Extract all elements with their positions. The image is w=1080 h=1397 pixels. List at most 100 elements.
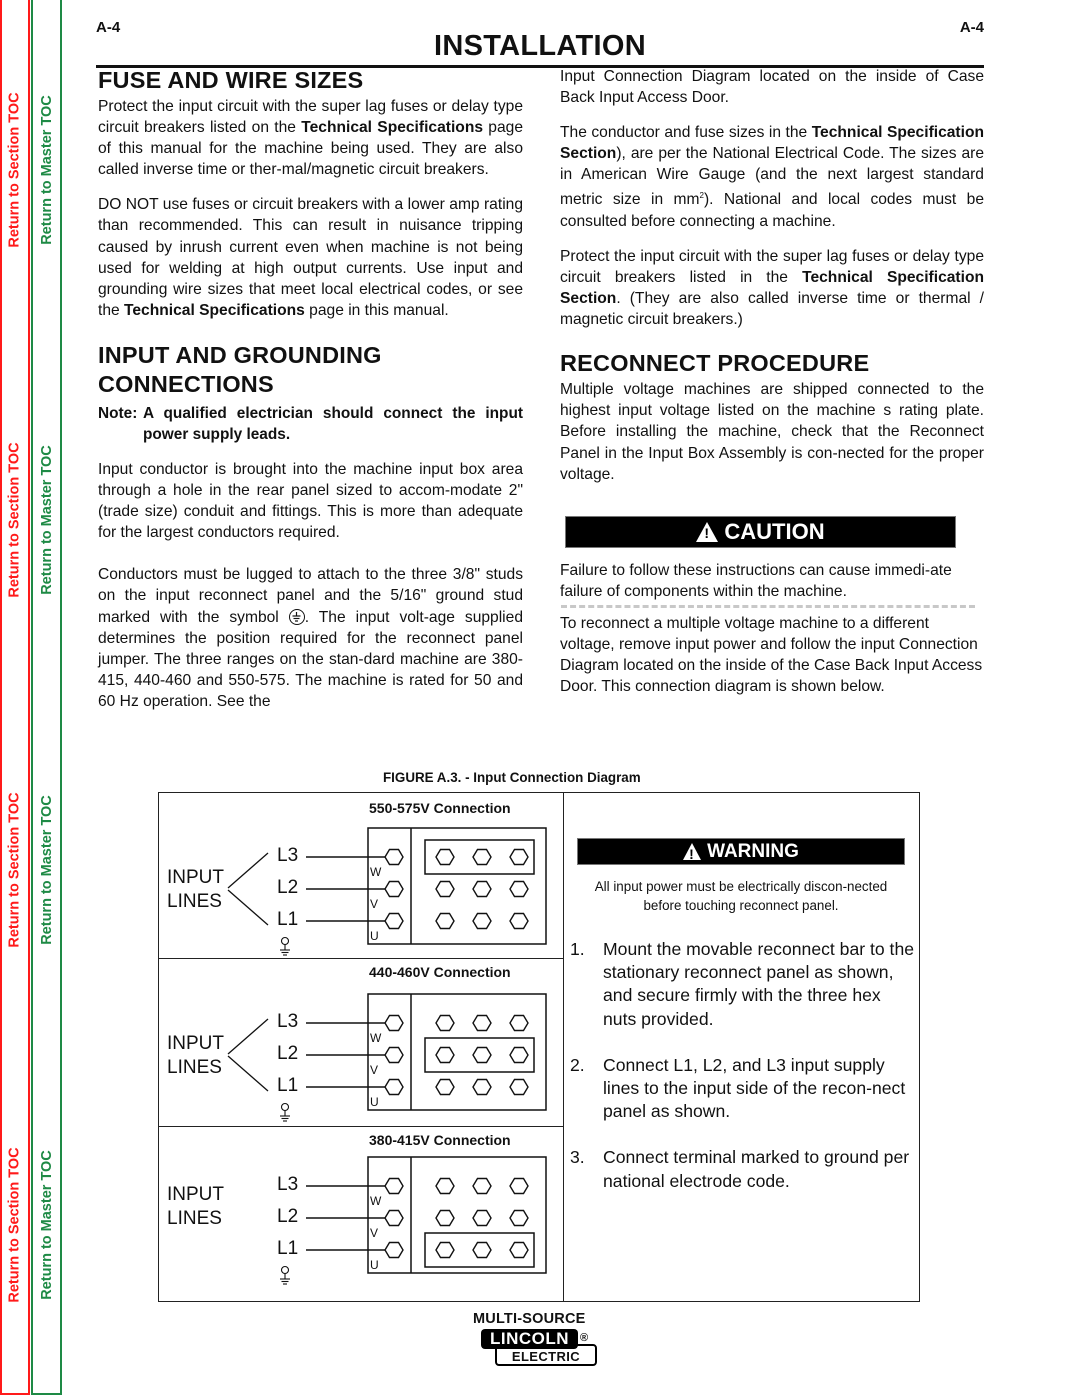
stud-hex (435, 1014, 455, 1032)
stud-hex (435, 1177, 455, 1195)
return-to-section-toc-link-3[interactable]: Return to Section TOC (0, 770, 30, 970)
stud-hex (509, 1209, 529, 1227)
stud-hex (435, 1078, 455, 1096)
connection-panel-380-415V: 380-415V Connection INPUT LINES L3 L2 L1 W V U (158, 1126, 564, 1302)
lines-label: LINES (167, 1208, 222, 1229)
ground-symbol-icon (280, 936, 290, 946)
caution-body: Failure to follow these instructions can… (560, 560, 984, 602)
connection-panel-550-575V: 550-575V Connection INPUT LINES L3 L2 L1 W V U (158, 792, 564, 958)
stud-hex (509, 1177, 529, 1195)
lines-label: LINES (167, 1057, 222, 1078)
warning-triangle-icon (683, 843, 702, 862)
stud-hex (509, 1014, 529, 1032)
terminal-label-w: W (370, 1031, 382, 1045)
lincoln-electric-logo: LINCOLN ® ELECTRIC (481, 1329, 601, 1369)
terminal-label-u: U (370, 929, 379, 943)
return-to-master-toc-link-1[interactable]: Return to Master TOC (32, 70, 62, 270)
return-to-master-toc-link-2[interactable]: Return to Master TOC (32, 420, 62, 620)
stud-hex (435, 912, 455, 930)
terminal-label-w: W (370, 865, 382, 879)
ground-symbol-icon (288, 608, 305, 625)
input-terminal-hex (384, 912, 404, 930)
continued-paragraph: Input Connection Diagram located on the … (560, 68, 984, 107)
stud-hex (472, 1046, 492, 1064)
return-to-master-toc-link-4[interactable]: Return to Master TOC (32, 1125, 62, 1325)
input-terminal-hex (384, 1078, 404, 1096)
stud-hex (472, 912, 492, 930)
stud-hex (472, 1078, 492, 1096)
warning-text: All input power must be electrically dis… (594, 879, 888, 913)
terminal-label-u: U (370, 1258, 379, 1272)
line-label-l1: L1 (277, 909, 299, 930)
input-terminal-hex (384, 1241, 404, 1259)
stud-hex (472, 1177, 492, 1195)
protect-paragraph: Protect the input circuit with the super… (560, 247, 984, 329)
connection-panel-440-460V: 440-460V Connection INPUT LINES L3 L2 L1 W V U (158, 958, 564, 1124)
stud-hex (509, 1078, 529, 1096)
ground-symbol-icon (280, 1265, 290, 1275)
stud-hex (435, 1241, 455, 1259)
line-label-l1: L1 (277, 1238, 299, 1259)
stud-hex (509, 880, 529, 898)
stud-hex (435, 848, 455, 866)
fuse-paragraph-1: Protect the input circuit with the super… (98, 98, 523, 179)
input-grounding-heading: INPUT AND GROUNDING CONNECTIONS (98, 341, 382, 397)
terminal-label-v: V (370, 1226, 379, 1240)
line-label-l3: L3 (277, 1174, 299, 1195)
input-terminal-hex (384, 1046, 404, 1064)
input-terminal-hex (384, 848, 404, 866)
conductor-sizes-paragraph: The conductor and fuse sizes in the Tech… (560, 124, 985, 230)
line-label-l1: L1 (277, 1075, 299, 1096)
stud-hex (435, 1046, 455, 1064)
line-label-l3: L3 (277, 845, 299, 866)
terminal-label-u: U (370, 1095, 379, 1109)
stud-hex (509, 912, 529, 930)
stud-hex (472, 880, 492, 898)
terminal-label-v: V (370, 897, 379, 911)
return-to-section-toc-link-4[interactable]: Return to Section TOC (0, 1125, 30, 1325)
stud-hex (509, 848, 529, 866)
input-paragraph-1: Input conductor is brought into the mach… (98, 460, 523, 542)
stud-hex (435, 880, 455, 898)
reconnect-instructions: To reconnect a multiple voltage machine … (560, 613, 984, 711)
fork-line (227, 889, 269, 926)
return-to-master-toc-link-3[interactable]: Return to Master TOC (32, 770, 62, 970)
warning-triangle-icon (696, 522, 719, 542)
lines-label: LINES (167, 891, 222, 912)
step-item: 2. Connect L1, L2, and L3 input supply li… (570, 1054, 906, 1122)
left-column: FUSE AND WIRE SIZES Protect the input ci… (98, 66, 523, 726)
fork-line (227, 1018, 269, 1055)
line-label-l2: L2 (277, 1043, 299, 1064)
input-paragraph-2: Conductors must be lugged to attach to t… (98, 566, 523, 710)
input-terminal-hex (384, 880, 404, 898)
stud-hex (472, 1209, 492, 1227)
caution-separator (561, 605, 975, 608)
stud-hex (509, 1241, 529, 1259)
input-label: INPUT (167, 867, 224, 888)
input-terminal-hex (384, 1209, 404, 1227)
section-toc-strip: Return to Section TOC Return to Section … (0, 0, 30, 1395)
stud-hex (472, 848, 492, 866)
terminal-label-v: V (370, 1063, 379, 1077)
line-label-l2: L2 (277, 877, 299, 898)
ground-symbol-icon (280, 1102, 290, 1112)
warning-banner: WARNING (577, 838, 905, 865)
step-item: 3. Connect terminal marked to ground per … (570, 1147, 910, 1191)
caution-banner: CAUTION (565, 516, 956, 548)
master-toc-strip: Return to Master TOC Return to Master TO… (31, 0, 62, 1395)
stud-hex (509, 1046, 529, 1064)
input-label: INPUT (167, 1184, 224, 1205)
input-terminal-hex (384, 1014, 404, 1032)
page-title: INSTALLATION (434, 30, 646, 62)
caution-text: Failure to follow these instructions can… (560, 562, 952, 601)
fork-line (227, 852, 269, 889)
step-item: 1. Mount the movable reconnect bar to the… (570, 939, 915, 1029)
product-name: MULTI-SOURCE (473, 1311, 586, 1327)
stud-hex (472, 1241, 492, 1259)
reconnect-procedure-heading: RECONNECT PROCEDURE (560, 350, 870, 377)
reconnect-steps: 1. Mount the movable reconnect bar to the… (570, 938, 915, 1216)
return-to-section-toc-link-1[interactable]: Return to Section TOC (0, 70, 30, 270)
stud-hex (472, 1014, 492, 1032)
fuse-wire-sizes-heading: FUSE AND WIRE SIZES (98, 67, 364, 93)
return-to-section-toc-link-2[interactable]: Return to Section TOC (0, 420, 30, 620)
